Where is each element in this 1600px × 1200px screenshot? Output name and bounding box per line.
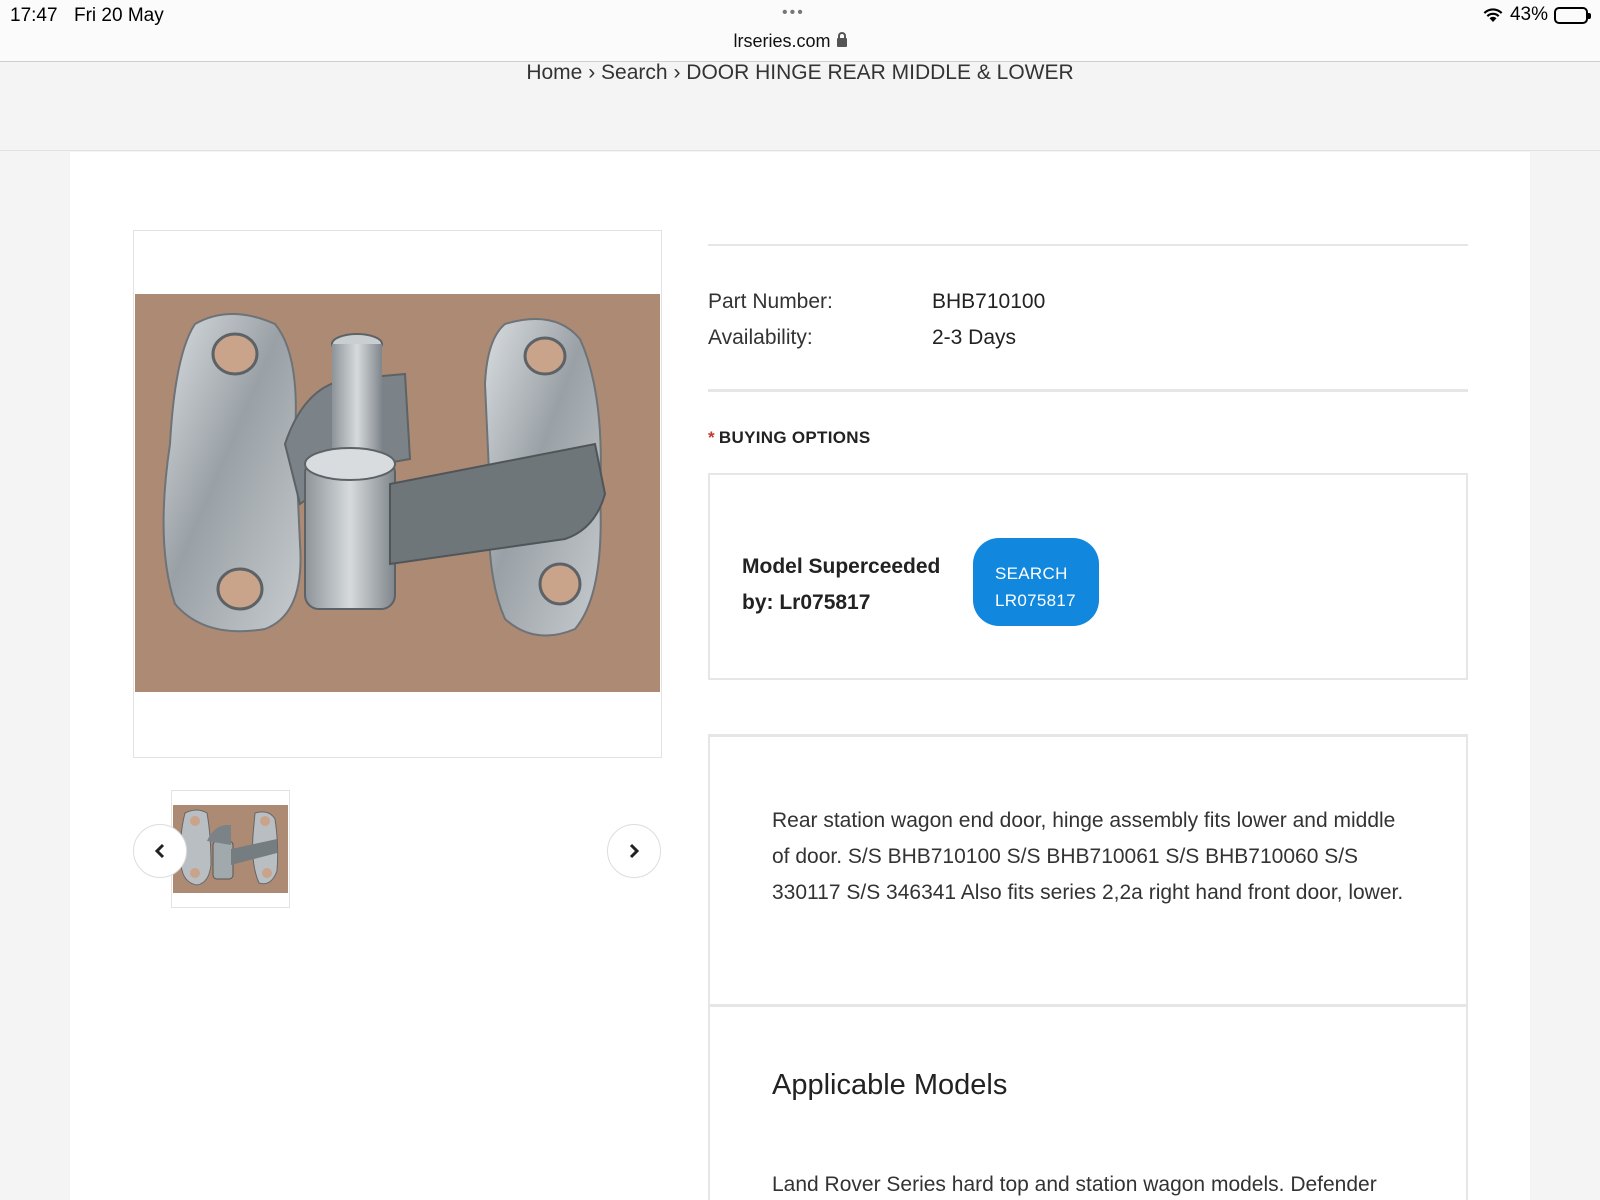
wifi-icon	[1482, 7, 1504, 23]
applicable-models-box: Applicable Models Land Rover Series hard…	[708, 1004, 1468, 1200]
chevron-right-icon	[629, 843, 640, 859]
divider	[708, 389, 1468, 392]
status-indicators: 43%	[1482, 4, 1591, 26]
status-time: 17:47	[10, 5, 58, 26]
gallery-next-button[interactable]	[607, 824, 661, 878]
buying-options-title: BUYING OPTIONS	[718, 428, 871, 447]
part-number-value: BHB710100	[932, 290, 1046, 313]
door-hinge-photo	[135, 294, 660, 692]
breadcrumb-home[interactable]: Home	[526, 61, 582, 84]
superseded-line-2: by: Lr075817	[742, 591, 871, 614]
url-text: lrseries.com	[733, 31, 831, 51]
thumbnail-door-hinge[interactable]	[171, 790, 290, 908]
gallery-prev-button[interactable]	[133, 824, 187, 878]
address-bar[interactable]: lrseries.com	[0, 31, 1580, 52]
availability-label: Availability:	[708, 326, 813, 349]
product-image-frame[interactable]	[133, 230, 662, 758]
door-hinge-thumbnail-icon	[173, 805, 288, 893]
applicable-models-title: Applicable Models	[772, 1069, 1008, 1101]
buying-option-box: Model Superceeded by: Lr075817 SEARCH LR…	[708, 473, 1468, 680]
search-button-line-2: LR075817	[995, 591, 1076, 610]
search-button-line-1: SEARCH	[995, 564, 1068, 583]
breadcrumb-band: Home › Search › DOOR HINGE REAR MIDDLE &…	[0, 62, 1600, 151]
availability-value: 2-3 Days	[932, 326, 1017, 349]
divider	[708, 244, 1468, 246]
superseded-line-1: Model Superceeded	[742, 555, 941, 578]
breadcrumb-current: DOOR HINGE REAR MIDDLE & LOWER	[686, 61, 1074, 84]
part-number-label: Part Number:	[708, 290, 833, 313]
status-date: Fri 20 May	[74, 5, 164, 26]
breadcrumb-separator: ›	[673, 61, 681, 84]
superseded-notice: Model Superceeded by: Lr075817	[742, 549, 962, 621]
buying-options-heading: * BUYING OPTIONS	[708, 428, 870, 448]
battery-percent: 43%	[1509, 4, 1548, 25]
description-box: Rear station wagon end door, hinge assem…	[708, 734, 1468, 1006]
multitask-dots-icon[interactable]: •••	[782, 4, 805, 22]
search-replacement-button[interactable]: SEARCH LR075817	[973, 538, 1099, 626]
battery-icon	[1554, 6, 1591, 24]
product-description: Rear station wagon end door, hinge assem…	[772, 809, 1404, 904]
applicable-models-text: Land Rover Series hard top and station w…	[772, 1173, 1377, 1196]
breadcrumb: Home › Search › DOOR HINGE REAR MIDDLE &…	[0, 62, 1600, 84]
lock-icon	[836, 32, 847, 47]
breadcrumb-search[interactable]: Search	[601, 61, 668, 84]
breadcrumb-separator: ›	[588, 61, 596, 84]
required-marker: *	[708, 428, 715, 447]
chevron-left-icon	[154, 843, 165, 859]
status-bar: 17:47 Fri 20 May ••• lrseries.com 43%	[0, 0, 1600, 62]
